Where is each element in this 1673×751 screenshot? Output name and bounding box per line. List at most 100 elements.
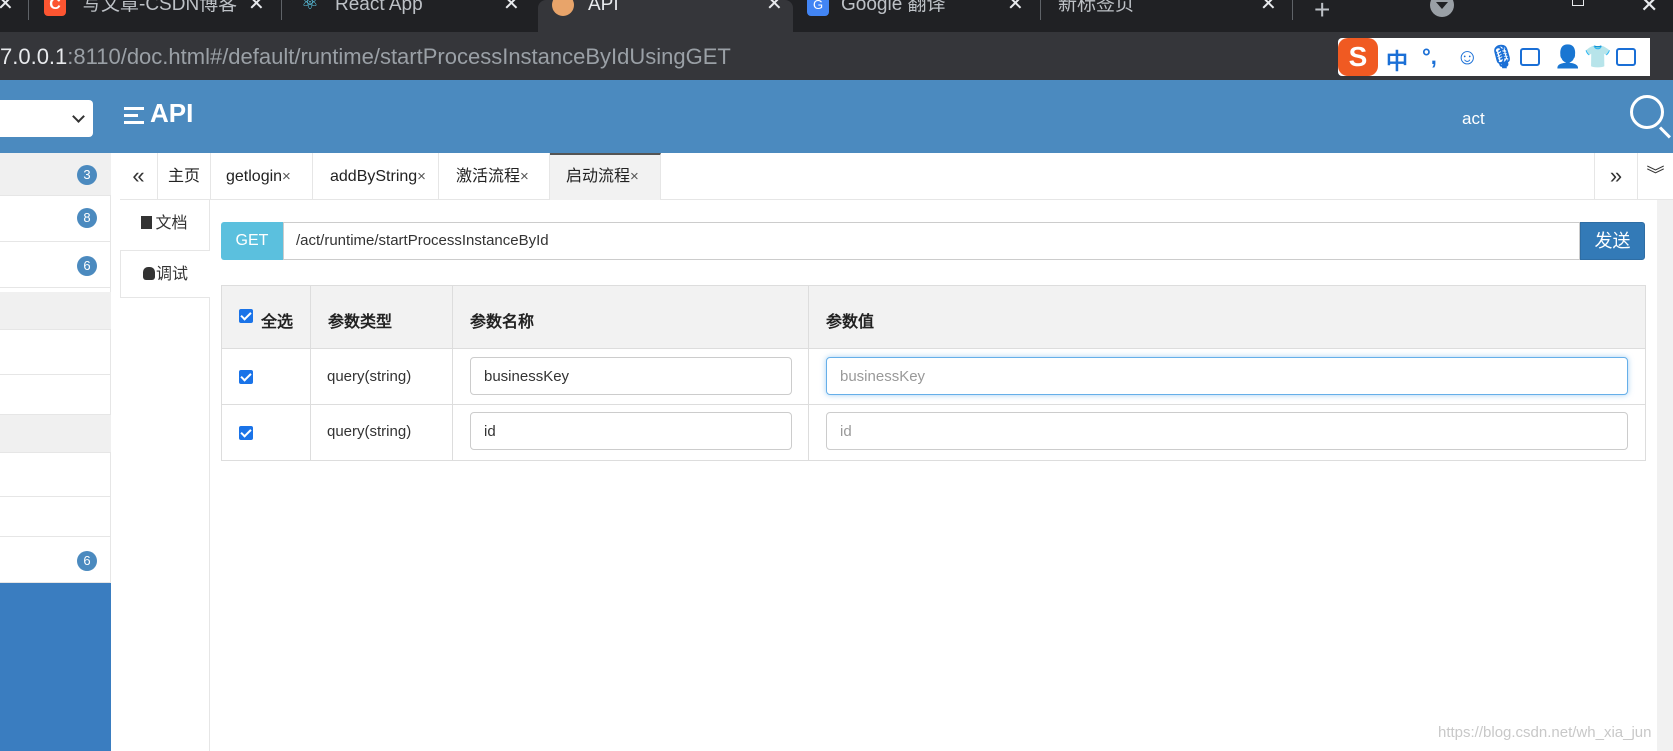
ime-toolbar: S 中 °, ☺ 🎙 👤 👕 xyxy=(1338,38,1650,76)
tab-home[interactable]: 主页 xyxy=(158,153,211,200)
close-icon[interactable]: ✕ xyxy=(766,0,783,14)
param-name-input[interactable] xyxy=(470,357,792,395)
send-button[interactable]: 发送 xyxy=(1580,222,1645,260)
toolbox-grid-icon[interactable] xyxy=(1616,48,1636,66)
row-checkbox[interactable] xyxy=(239,370,253,384)
browser-tab-react-app[interactable]: ⚛ React App ✕ xyxy=(283,0,523,32)
count-badge: 3 xyxy=(77,165,97,185)
url-text[interactable]: 7.0.0.1:8110/doc.html#/default/runtime/s… xyxy=(0,44,731,70)
sidebar-item[interactable]: 6 xyxy=(0,242,111,288)
microphone-icon[interactable]: 🎙 xyxy=(1488,44,1516,70)
select-all-checkbox[interactable] xyxy=(239,309,253,323)
emoji-icon[interactable]: ☺ xyxy=(1456,44,1478,70)
sidebar-item[interactable] xyxy=(0,415,111,453)
tab-getlogin[interactable]: getlogin× xyxy=(211,153,313,200)
screen: ✕ C 写文章-CSDN博客 ✕ ⚛ React App ✕ API ✕ G G… xyxy=(0,0,1673,751)
param-value-input[interactable] xyxy=(826,357,1628,395)
tab-more-icon[interactable]: ︾ xyxy=(1637,153,1673,200)
tab-label: 激活流程 xyxy=(456,168,521,185)
column-header-type: 参数类型 xyxy=(328,314,393,331)
skin-shirt-icon[interactable]: 👕 xyxy=(1584,44,1611,70)
doc-debug-tabs: 文档 调试 xyxy=(120,200,210,751)
react-icon: ⚛ xyxy=(301,0,319,14)
tab-debug-label: 调试 xyxy=(155,266,188,283)
csdn-icon: C xyxy=(44,0,66,16)
param-name-input[interactable] xyxy=(470,412,792,450)
table-header-row: 全选 参数类型 参数名称 参数值 xyxy=(222,286,1645,349)
column-divider xyxy=(452,286,453,460)
count-badge: 6 xyxy=(77,551,97,571)
tab-scroll-left-icon[interactable]: « xyxy=(120,153,158,200)
column-header-value: 参数值 xyxy=(826,314,875,331)
browser-tab-api[interactable]: API ✕ xyxy=(538,0,793,32)
search-icon[interactable] xyxy=(1630,95,1664,129)
google-translate-icon: G xyxy=(807,0,829,16)
address-bar[interactable]: 7.0.0.1:8110/doc.html#/default/runtime/s… xyxy=(0,32,1673,80)
tab-search-chevron-icon[interactable] xyxy=(1430,0,1454,17)
sidebar-item[interactable] xyxy=(0,457,111,497)
app-title: API xyxy=(150,98,194,128)
keyboard-icon[interactable] xyxy=(1520,48,1540,66)
ime-mode-label[interactable]: 中 xyxy=(1386,44,1408,76)
sidebar-item[interactable] xyxy=(0,335,111,375)
browser-tab-title: 新标签页 xyxy=(1058,0,1135,15)
group-select[interactable] xyxy=(0,100,93,137)
browser-tab-new-tab[interactable]: 新标签页 ✕ xyxy=(1042,0,1282,32)
browser-tab-google-translate[interactable]: G Google 翻译 ✕ xyxy=(793,0,1033,32)
sidebar-item[interactable] xyxy=(0,375,111,415)
row-checkbox[interactable] xyxy=(239,426,253,440)
ime-punct-label[interactable]: °, xyxy=(1422,44,1437,70)
sidebar-active-section xyxy=(0,583,111,751)
sidebar-item[interactable]: 6 xyxy=(0,537,111,583)
browser-tab-title: React App xyxy=(335,0,423,15)
document-icon xyxy=(141,216,153,229)
table-row: query(string) xyxy=(222,349,1645,405)
param-value-input[interactable] xyxy=(826,412,1628,450)
tab-debug[interactable]: 调试 xyxy=(120,250,210,298)
close-icon[interactable]: × xyxy=(520,168,529,185)
sidebar-item[interactable] xyxy=(0,497,111,537)
browser-tab-title: 写文章-CSDN博客 xyxy=(82,0,238,15)
menu-toggle-icon[interactable] xyxy=(124,106,144,126)
param-type: query(string) xyxy=(327,423,412,440)
count-badge: 6 xyxy=(77,256,97,276)
close-icon[interactable]: × xyxy=(282,168,291,185)
user-icon[interactable]: 👤 xyxy=(1554,44,1581,70)
browser-tab-title: Google 翻译 xyxy=(841,0,946,15)
sidebar-item[interactable] xyxy=(0,292,111,330)
browser-tab-close-partial[interactable]: ✕ xyxy=(0,0,14,32)
table-row: query(string) xyxy=(222,405,1645,461)
tab-activate-process[interactable]: 激活流程× xyxy=(439,153,550,200)
close-icon[interactable]: ✕ xyxy=(1007,0,1024,14)
close-icon[interactable]: ✕ xyxy=(248,0,265,14)
new-tab-plus-icon[interactable]: + xyxy=(1314,0,1330,26)
close-icon[interactable]: × xyxy=(630,168,639,185)
tab-doc-label: 文档 xyxy=(155,215,188,232)
window-restore-icon[interactable] xyxy=(1572,0,1584,6)
close-icon[interactable]: ✕ xyxy=(503,0,520,14)
sidebar-item[interactable]: 8 xyxy=(0,196,111,242)
browser-tab-csdn[interactable]: C 写文章-CSDN博客 ✕ xyxy=(30,0,266,32)
request-url-input[interactable]: /act/runtime/startProcessInstanceById xyxy=(283,222,1580,260)
window-close-icon[interactable]: ✕ xyxy=(1640,0,1658,18)
sogou-logo-icon[interactable]: S xyxy=(1338,38,1378,76)
close-icon[interactable]: ✕ xyxy=(1260,0,1277,14)
param-type: query(string) xyxy=(327,368,412,385)
tab-label: 启动流程 xyxy=(566,168,631,185)
sidebar-item[interactable]: 3 xyxy=(0,153,111,196)
params-table: 全选 参数类型 参数名称 参数值 query(string) query(str… xyxy=(221,285,1646,461)
close-icon[interactable]: × xyxy=(417,168,426,185)
tab-addbystring[interactable]: addByString× xyxy=(313,153,439,200)
tab-label: 主页 xyxy=(167,168,200,185)
watermark-text: https://blog.csdn.net/wh_xia_jun xyxy=(1438,724,1652,741)
chevron-down-icon xyxy=(72,110,85,123)
page-scrollbar[interactable] xyxy=(1657,200,1673,751)
count-badge: 8 xyxy=(77,208,97,228)
tab-label: getlogin xyxy=(226,168,283,185)
column-header-name: 参数名称 xyxy=(470,314,535,331)
tab-start-process[interactable]: 启动流程× xyxy=(550,153,661,200)
browser-tab-strip: ✕ C 写文章-CSDN博客 ✕ ⚛ React App ✕ API ✕ G G… xyxy=(0,0,1673,32)
header-search-text[interactable]: act xyxy=(1462,109,1485,129)
tab-scroll-right-icon[interactable]: » xyxy=(1594,153,1637,200)
tab-doc[interactable]: 文档 xyxy=(120,200,209,248)
